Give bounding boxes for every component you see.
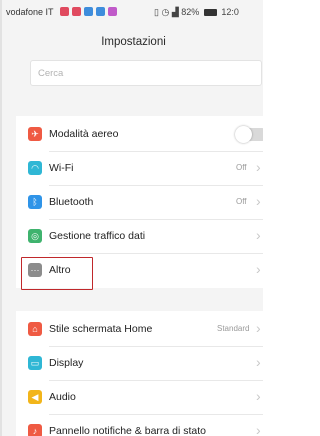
page-title: Impostazioni (101, 36, 166, 48)
display-icon: ▭ (28, 356, 42, 370)
setting-label: Stile schermata Home (49, 323, 153, 335)
clock: 12:0 (221, 7, 239, 17)
notification-icon (60, 7, 69, 16)
setting-home-style[interactable]: ⌂ Stile schermata Home Standard › (16, 312, 263, 346)
airplane-icon: ✈ (28, 127, 42, 141)
settings-group-display: ⌂ Stile schermata Home Standard › ▭ Disp… (16, 311, 263, 436)
settings-screen: vodafone IT ▯ ◷ ▟ 82% 12:0 Impostazioni … (0, 0, 263, 436)
setting-wifi[interactable]: ◠ Wi-Fi Off › (16, 151, 263, 185)
search-placeholder: Cerca (38, 68, 64, 79)
setting-label: Audio (49, 391, 76, 403)
chevron-right-icon: › (256, 227, 261, 243)
notification-icon (84, 7, 93, 16)
setting-audio[interactable]: ◀ Audio › (16, 380, 263, 414)
highlight-box (21, 257, 93, 290)
setting-data-traffic[interactable]: ◎ Gestione traffico dati › (16, 219, 263, 253)
setting-label: Bluetooth (49, 196, 94, 208)
setting-label: Gestione traffico dati (49, 230, 146, 242)
setting-label: Modalità aereo (49, 128, 119, 140)
bluetooth-icon: ᛒ (28, 195, 42, 209)
setting-notifications[interactable]: ♪ Pannello notifiche & barra di stato › (16, 414, 263, 436)
alarm-icon: ◷ (161, 7, 170, 17)
home-icon: ⌂ (28, 322, 42, 336)
setting-label: Display (49, 357, 84, 369)
vibrate-icon: ▯ (154, 7, 159, 17)
battery-percent: 82% (181, 7, 200, 17)
chevron-right-icon: › (256, 193, 261, 209)
chevron-right-icon: › (256, 320, 261, 336)
airplane-mode-toggle[interactable] (235, 126, 263, 143)
chevron-right-icon: › (256, 388, 261, 404)
carrier-name: vodafone IT (6, 7, 54, 17)
audio-icon: ◀ (28, 390, 42, 404)
setting-airplane-mode[interactable]: ✈ Modalità aereo (16, 117, 263, 151)
wifi-icon: ◠ (28, 161, 42, 175)
chevron-right-icon: › (256, 261, 261, 277)
notification-icon (72, 7, 81, 16)
setting-label: Pannello notifiche & barra di stato (49, 425, 207, 436)
setting-display[interactable]: ▭ Display › (16, 346, 263, 380)
notifications-icon: ♪ (28, 424, 42, 436)
setting-value: Standard (217, 324, 250, 333)
data-traffic-icon: ◎ (28, 229, 42, 243)
notification-icon (108, 7, 117, 16)
setting-bluetooth[interactable]: ᛒ Bluetooth Off › (16, 185, 263, 219)
signal-icon: ▟ (171, 7, 179, 17)
setting-value: Off (236, 163, 247, 172)
status-right: ▯ ◷ ▟ 82% 12:0 (154, 7, 239, 18)
chevron-right-icon: › (256, 354, 261, 370)
chevron-right-icon: › (256, 422, 261, 436)
setting-label: Wi-Fi (49, 162, 74, 174)
battery-icon (203, 9, 217, 16)
chevron-right-icon: › (256, 159, 261, 175)
status-bar: vodafone IT ▯ ◷ ▟ 82% 12:0 (2, 0, 263, 24)
search-input[interactable]: Cerca (30, 60, 262, 86)
toggle-knob (235, 126, 252, 143)
notification-icon (96, 7, 105, 16)
setting-value: Off (236, 197, 247, 206)
